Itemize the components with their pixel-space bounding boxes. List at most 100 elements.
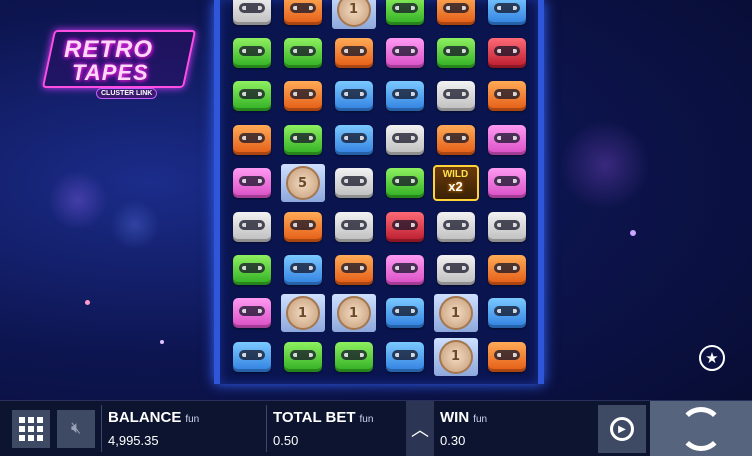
reel-cell: 1 (328, 292, 379, 335)
reel-cell (379, 75, 430, 118)
cassette-tape-white (232, 0, 271, 25)
cassette-tape-green (385, 0, 424, 25)
cassette-tape-orange (283, 81, 322, 112)
reel-cell (277, 118, 328, 161)
reel-cell (481, 248, 532, 291)
reel-cell (379, 31, 430, 74)
bokeh-light (630, 230, 636, 236)
cassette-tape-orange (436, 124, 475, 155)
reel-cell (430, 75, 481, 118)
cassette-tape-blue (385, 298, 424, 329)
coin-symbol: 1 (433, 337, 478, 376)
bokeh-light (48, 170, 108, 230)
reel-cell: WILD x2 (430, 162, 481, 205)
reel-cell (379, 0, 430, 31)
cassette-tape-green (283, 124, 322, 155)
spin-icon (679, 406, 723, 451)
reel-cell (430, 31, 481, 74)
cassette-tape-white (334, 211, 373, 242)
reel-cell (481, 75, 532, 118)
reel-cell (430, 0, 481, 31)
reel-cell (481, 0, 532, 31)
menu-button[interactable] (12, 410, 50, 448)
reel-cell (328, 162, 379, 205)
favorite-button[interactable]: ★ (699, 345, 725, 371)
cassette-tape-pink (385, 255, 424, 286)
reel-cell (481, 205, 532, 248)
win-display: WIN fun 0.30 (440, 409, 487, 448)
coin-symbol: 1 (433, 294, 478, 333)
total-bet-label: TOTAL BET (273, 409, 356, 426)
wild-symbol: WILD x2 (432, 165, 479, 202)
autoplay-button[interactable]: ▶ (598, 405, 646, 453)
coin-value: 1 (285, 296, 320, 331)
coin-symbol: 1 (280, 294, 325, 333)
balance-value: 4,995.35 (108, 433, 159, 448)
reel-cell (328, 75, 379, 118)
bokeh-light (160, 340, 164, 344)
divider (101, 405, 102, 452)
mute-button[interactable]: 🔇︎ (57, 410, 95, 448)
reel-cell: 1 (328, 0, 379, 31)
reel-cell (379, 335, 430, 378)
reel-cell (328, 248, 379, 291)
cassette-tape-orange (334, 255, 373, 286)
cassette-tape-blue (334, 81, 373, 112)
reel-cell (379, 292, 430, 335)
star-icon: ★ (705, 350, 719, 367)
cassette-tape-pink (232, 298, 271, 329)
autoplay-icon: ▶ (610, 417, 634, 441)
reel-cell (328, 205, 379, 248)
cassette-tape-green (385, 168, 424, 199)
reel-cell (328, 31, 379, 74)
cassette-tape-white (232, 211, 271, 242)
reel-cell (481, 335, 532, 378)
game-logo: RETRO TAPES CLUSTER LINK (41, 26, 197, 108)
reel-cell (481, 292, 532, 335)
reel-cell (481, 118, 532, 161)
balance-unit: fun (185, 414, 200, 425)
cassette-tape-orange (436, 0, 475, 25)
cassette-tape-pink (487, 124, 526, 155)
cassette-tape-orange (283, 0, 322, 25)
cassette-tape-orange (334, 38, 373, 69)
coin-value: 1 (438, 339, 473, 374)
cassette-tape-white (436, 81, 475, 112)
reel-cell (481, 31, 532, 74)
cassette-tape-blue (334, 124, 373, 155)
reel-cell (226, 118, 277, 161)
cassette-tape-blue (385, 341, 424, 372)
total-bet-display[interactable]: TOTAL BET fun 0.50 (273, 409, 373, 448)
cassette-tape-green (283, 341, 322, 372)
reel-cell (226, 292, 277, 335)
cassette-tape-green (283, 38, 322, 69)
cassette-tape-pink (385, 38, 424, 69)
reel-cell (226, 335, 277, 378)
win-label: WIN (440, 409, 470, 426)
cassette-tape-white (334, 168, 373, 199)
bottom-bar: 🔇︎ BALANCE fun 4,995.35 TOTAL BET fun 0.50… (0, 400, 752, 456)
cassette-tape-blue (487, 298, 526, 329)
balance-label: BALANCE (108, 409, 182, 426)
spin-button[interactable] (650, 401, 752, 456)
balance-display: BALANCE fun 4,995.35 (108, 409, 199, 448)
divider (266, 405, 267, 452)
bet-options-button[interactable]: ︿ (406, 401, 434, 456)
cassette-tape-white (436, 255, 475, 286)
coin-symbol: 1 (331, 0, 376, 29)
cassette-tape-pink (232, 168, 271, 199)
reel-cell (277, 248, 328, 291)
total-bet-value: 0.50 (273, 433, 299, 448)
coin-value: 1 (438, 296, 473, 331)
coin-value: 5 (285, 166, 320, 201)
wild-multiplier: x2 (448, 179, 463, 195)
reel-cell (430, 248, 481, 291)
speaker-muted-icon: 🔇︎ (70, 420, 82, 437)
reel-cell (277, 0, 328, 31)
cassette-tape-green (436, 38, 475, 69)
reel-cell (430, 118, 481, 161)
coin-symbol: 5 (280, 164, 325, 203)
cassette-tape-blue (385, 81, 424, 112)
reel-cell (379, 205, 430, 248)
reel-cell (277, 205, 328, 248)
